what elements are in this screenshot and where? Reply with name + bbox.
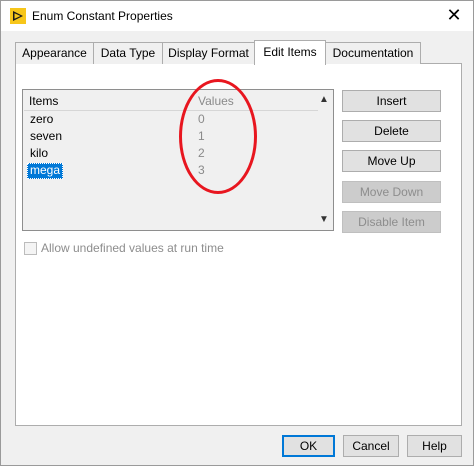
item-label[interactable]: seven <box>27 129 65 145</box>
tab-documentation[interactable]: Documentation <box>325 42 421 64</box>
ok-button[interactable]: OK <box>282 435 335 457</box>
tab-edit-items[interactable]: Edit Items <box>254 40 326 65</box>
help-button[interactable]: Help <box>407 435 462 457</box>
list-item[interactable]: seven 1 <box>26 128 320 145</box>
list-header: Items Values <box>23 92 317 110</box>
labview-run-arrow-icon <box>10 8 26 24</box>
tab-display-format[interactable]: Display Format <box>162 42 255 64</box>
chevron-up-icon[interactable]: ▲ <box>316 92 332 108</box>
tab-data-type[interactable]: Data Type <box>93 42 163 64</box>
list-item[interactable]: zero 0 <box>26 111 320 128</box>
items-listbox[interactable]: Items Values zero 0 seven 1 kilo 2 mega … <box>22 89 334 231</box>
allow-undefined-checkbox[interactable] <box>24 242 37 255</box>
close-icon[interactable]: ✕ <box>443 4 465 26</box>
item-label[interactable]: mega <box>27 163 64 179</box>
insert-button[interactable]: Insert <box>342 90 441 112</box>
allow-undefined-label: Allow undefined values at run time <box>41 241 224 255</box>
item-label[interactable]: kilo <box>27 146 51 162</box>
tab-appearance[interactable]: Appearance <box>15 42 94 64</box>
values-column-header: Values <box>198 94 234 108</box>
chevron-down-icon[interactable]: ▼ <box>316 212 332 228</box>
item-value: 1 <box>198 129 205 143</box>
cancel-button[interactable]: Cancel <box>343 435 399 457</box>
title-bar: Enum Constant Properties ✕ <box>1 1 473 31</box>
move-down-button[interactable]: Move Down <box>342 181 441 203</box>
dialog-window: Enum Constant Properties ✕ Appearance Da… <box>0 0 474 466</box>
list-item-selected[interactable]: mega 3 <box>26 162 320 179</box>
item-value: 2 <box>198 146 205 160</box>
item-value: 0 <box>198 112 205 126</box>
item-value: 3 <box>198 163 205 177</box>
item-label[interactable]: zero <box>27 112 56 128</box>
disable-item-button[interactable]: Disable Item <box>342 211 441 233</box>
list-item[interactable]: kilo 2 <box>26 145 320 162</box>
move-up-button[interactable]: Move Up <box>342 150 441 172</box>
delete-button[interactable]: Delete <box>342 120 441 142</box>
items-column-header: Items <box>29 94 59 108</box>
window-title: Enum Constant Properties <box>32 9 173 23</box>
